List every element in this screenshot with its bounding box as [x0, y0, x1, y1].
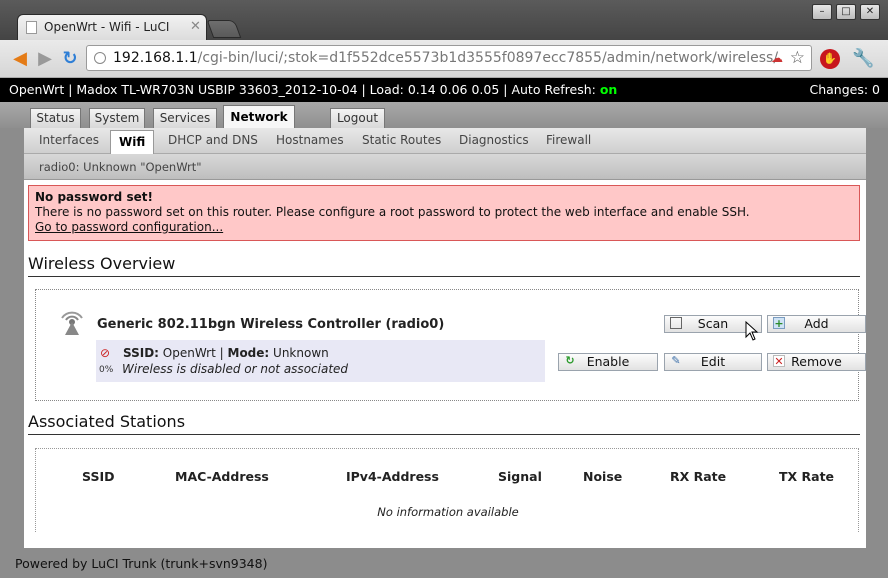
- browser-window: OpenWrt - Wifi - LuCI ✕ – □ ✕ ◀ ▶ ↻ 192.…: [0, 0, 888, 578]
- subtab-diagnostics[interactable]: Diagnostics: [459, 133, 529, 147]
- add-icon: +: [773, 317, 785, 330]
- edit-button[interactable]: ✎ Edit: [664, 353, 762, 371]
- close-window-icon[interactable]: ✕: [860, 4, 880, 20]
- footer-text: Powered by LuCI Trunk (trunk+svn9348): [15, 556, 268, 571]
- subtab-static-routes[interactable]: Static Routes: [362, 133, 441, 147]
- add-label: Add: [804, 316, 829, 331]
- tab-services[interactable]: Services: [153, 108, 217, 128]
- remove-button[interactable]: ✕ Remove: [767, 353, 866, 371]
- maximize-icon[interactable]: □: [836, 4, 856, 20]
- column-ssid: SSID: [82, 469, 115, 484]
- tab-status[interactable]: Status: [30, 108, 81, 128]
- tab-logout[interactable]: Logout: [330, 108, 385, 128]
- remove-label: Remove: [791, 354, 842, 369]
- column-tx-rate: TX Rate: [779, 469, 835, 484]
- subtab-dhcp-dns[interactable]: DHCP and DNS: [168, 133, 258, 147]
- column-noise: Noise: [583, 469, 623, 484]
- enable-button[interactable]: ↻ Enable: [558, 353, 658, 371]
- subtab-firewall[interactable]: Firewall: [546, 133, 591, 147]
- mode-value: Unknown: [269, 346, 329, 360]
- magnifier-icon: [670, 317, 682, 329]
- page-icon: [26, 21, 37, 34]
- status-line: OpenWrt | Madox TL-WR703N USBIP 33603_20…: [9, 78, 617, 102]
- minimize-icon[interactable]: –: [812, 4, 832, 20]
- auto-refresh-toggle[interactable]: on: [600, 82, 618, 97]
- column-signal: Signal: [498, 469, 542, 484]
- main-content: Interfaces Wifi DHCP and DNS Hostnames S…: [24, 128, 866, 548]
- reload-icon[interactable]: ↻: [59, 48, 81, 70]
- changes-link[interactable]: Changes: 0: [809, 78, 880, 102]
- url-path: /cgi-bin/luci/;stok=d1f552dce5573b1d3555…: [197, 50, 779, 66]
- ssid-mode-line: SSID: OpenWrt | Mode: Unknown: [123, 346, 329, 360]
- web-page: OpenWrt | Madox TL-WR703N USBIP 33603_20…: [0, 78, 888, 578]
- ssid-value: OpenWrt |: [158, 346, 228, 360]
- remove-x-icon: ✕: [773, 355, 785, 368]
- stations-table: SSID MAC-Address IPv4-Address Signal Noi…: [35, 448, 859, 532]
- page-footer: Powered by LuCI Trunk (trunk+svn9348): [0, 550, 888, 578]
- column-rx-rate: RX Rate: [670, 469, 727, 484]
- edit-label: Edit: [700, 354, 726, 369]
- signal-disabled-icon: ⊘: [100, 346, 111, 360]
- reload-green-icon: ↻: [565, 354, 575, 367]
- tab-network[interactable]: Network: [223, 105, 295, 128]
- address-bar[interactable]: 192.168.1.1/cgi-bin/luci/;stok=d1f552dce…: [86, 45, 812, 71]
- subtab-hostnames[interactable]: Hostnames: [276, 133, 344, 147]
- empty-table-message: No information available: [377, 505, 519, 519]
- alert-message: There is no password set on this router.…: [35, 205, 750, 219]
- url-host: 192.168.1.1: [113, 50, 198, 66]
- mode-label: Mode:: [227, 346, 270, 360]
- add-button[interactable]: + Add: [767, 315, 866, 333]
- radio-submenu: radio0: Unknown "OpenWrt": [24, 154, 866, 180]
- url-text: 192.168.1.1/cgi-bin/luci/;stok=d1f552dce…: [113, 50, 778, 66]
- stop-icon[interactable]: ✋: [820, 49, 840, 69]
- forward-icon[interactable]: ▶: [34, 48, 56, 70]
- status-text: OpenWrt | Madox TL-WR703N USBIP 33603_20…: [9, 82, 600, 97]
- wireless-antenna-icon: [61, 311, 83, 335]
- new-tab-button[interactable]: [206, 20, 242, 38]
- tab-title: OpenWrt - Wifi - LuCI: [44, 20, 170, 34]
- column-ipv4-address: IPv4-Address: [346, 469, 439, 484]
- network-row: ⊘ 0% SSID: OpenWrt | Mode: Unknown Wirel…: [96, 340, 545, 382]
- column-mac-address: MAC-Address: [175, 469, 269, 484]
- ssid-label: SSID:: [123, 346, 159, 360]
- page-info-icon[interactable]: [94, 52, 106, 64]
- associated-stations-heading: Associated Stations: [28, 412, 186, 431]
- close-tab-icon[interactable]: ✕: [190, 19, 201, 34]
- wireless-status: Wireless is disabled or not associated: [122, 362, 349, 376]
- luci-header: OpenWrt | Madox TL-WR703N USBIP 33603_20…: [0, 78, 888, 102]
- extension-icon[interactable]: ☁: [771, 51, 783, 65]
- browser-tab[interactable]: OpenWrt - Wifi - LuCI ✕: [17, 14, 207, 40]
- wireless-device-box: Generic 802.11bgn Wireless Controller (r…: [35, 289, 866, 401]
- edit-pencil-icon: ✎: [671, 354, 681, 367]
- back-icon[interactable]: ◀: [9, 48, 31, 70]
- password-alert: No password set! There is no password se…: [28, 185, 860, 241]
- tab-strip: OpenWrt - Wifi - LuCI ✕ – □ ✕: [0, 0, 888, 40]
- enable-label: Enable: [586, 354, 630, 369]
- main-menu: Status System Services Network Logout: [0, 102, 888, 128]
- subtab-wifi[interactable]: Wifi: [110, 130, 155, 154]
- network-submenu: Interfaces Wifi DHCP and DNS Hostnames S…: [24, 128, 866, 154]
- subtab-interfaces[interactable]: Interfaces: [39, 133, 99, 147]
- divider: [28, 276, 860, 277]
- wireless-overview-heading: Wireless Overview: [28, 254, 176, 273]
- divider: [28, 434, 860, 435]
- bookmark-star-icon[interactable]: ☆: [790, 48, 805, 68]
- browser-toolbar: ◀ ▶ ↻ 192.168.1.1/cgi-bin/luci/;stok=d1f…: [0, 40, 888, 78]
- signal-percent: 0%: [99, 365, 114, 375]
- password-config-link[interactable]: Go to password configuration...: [35, 220, 223, 234]
- subtab-radio0[interactable]: radio0: Unknown "OpenWrt": [39, 160, 202, 174]
- alert-title: No password set!: [35, 190, 153, 204]
- tab-system[interactable]: System: [89, 108, 145, 128]
- controller-name: Generic 802.11bgn Wireless Controller (r…: [97, 317, 445, 332]
- wrench-menu-icon[interactable]: 🔧: [852, 48, 874, 69]
- mouse-cursor-icon: [745, 321, 759, 341]
- scan-label: Scan: [697, 316, 729, 331]
